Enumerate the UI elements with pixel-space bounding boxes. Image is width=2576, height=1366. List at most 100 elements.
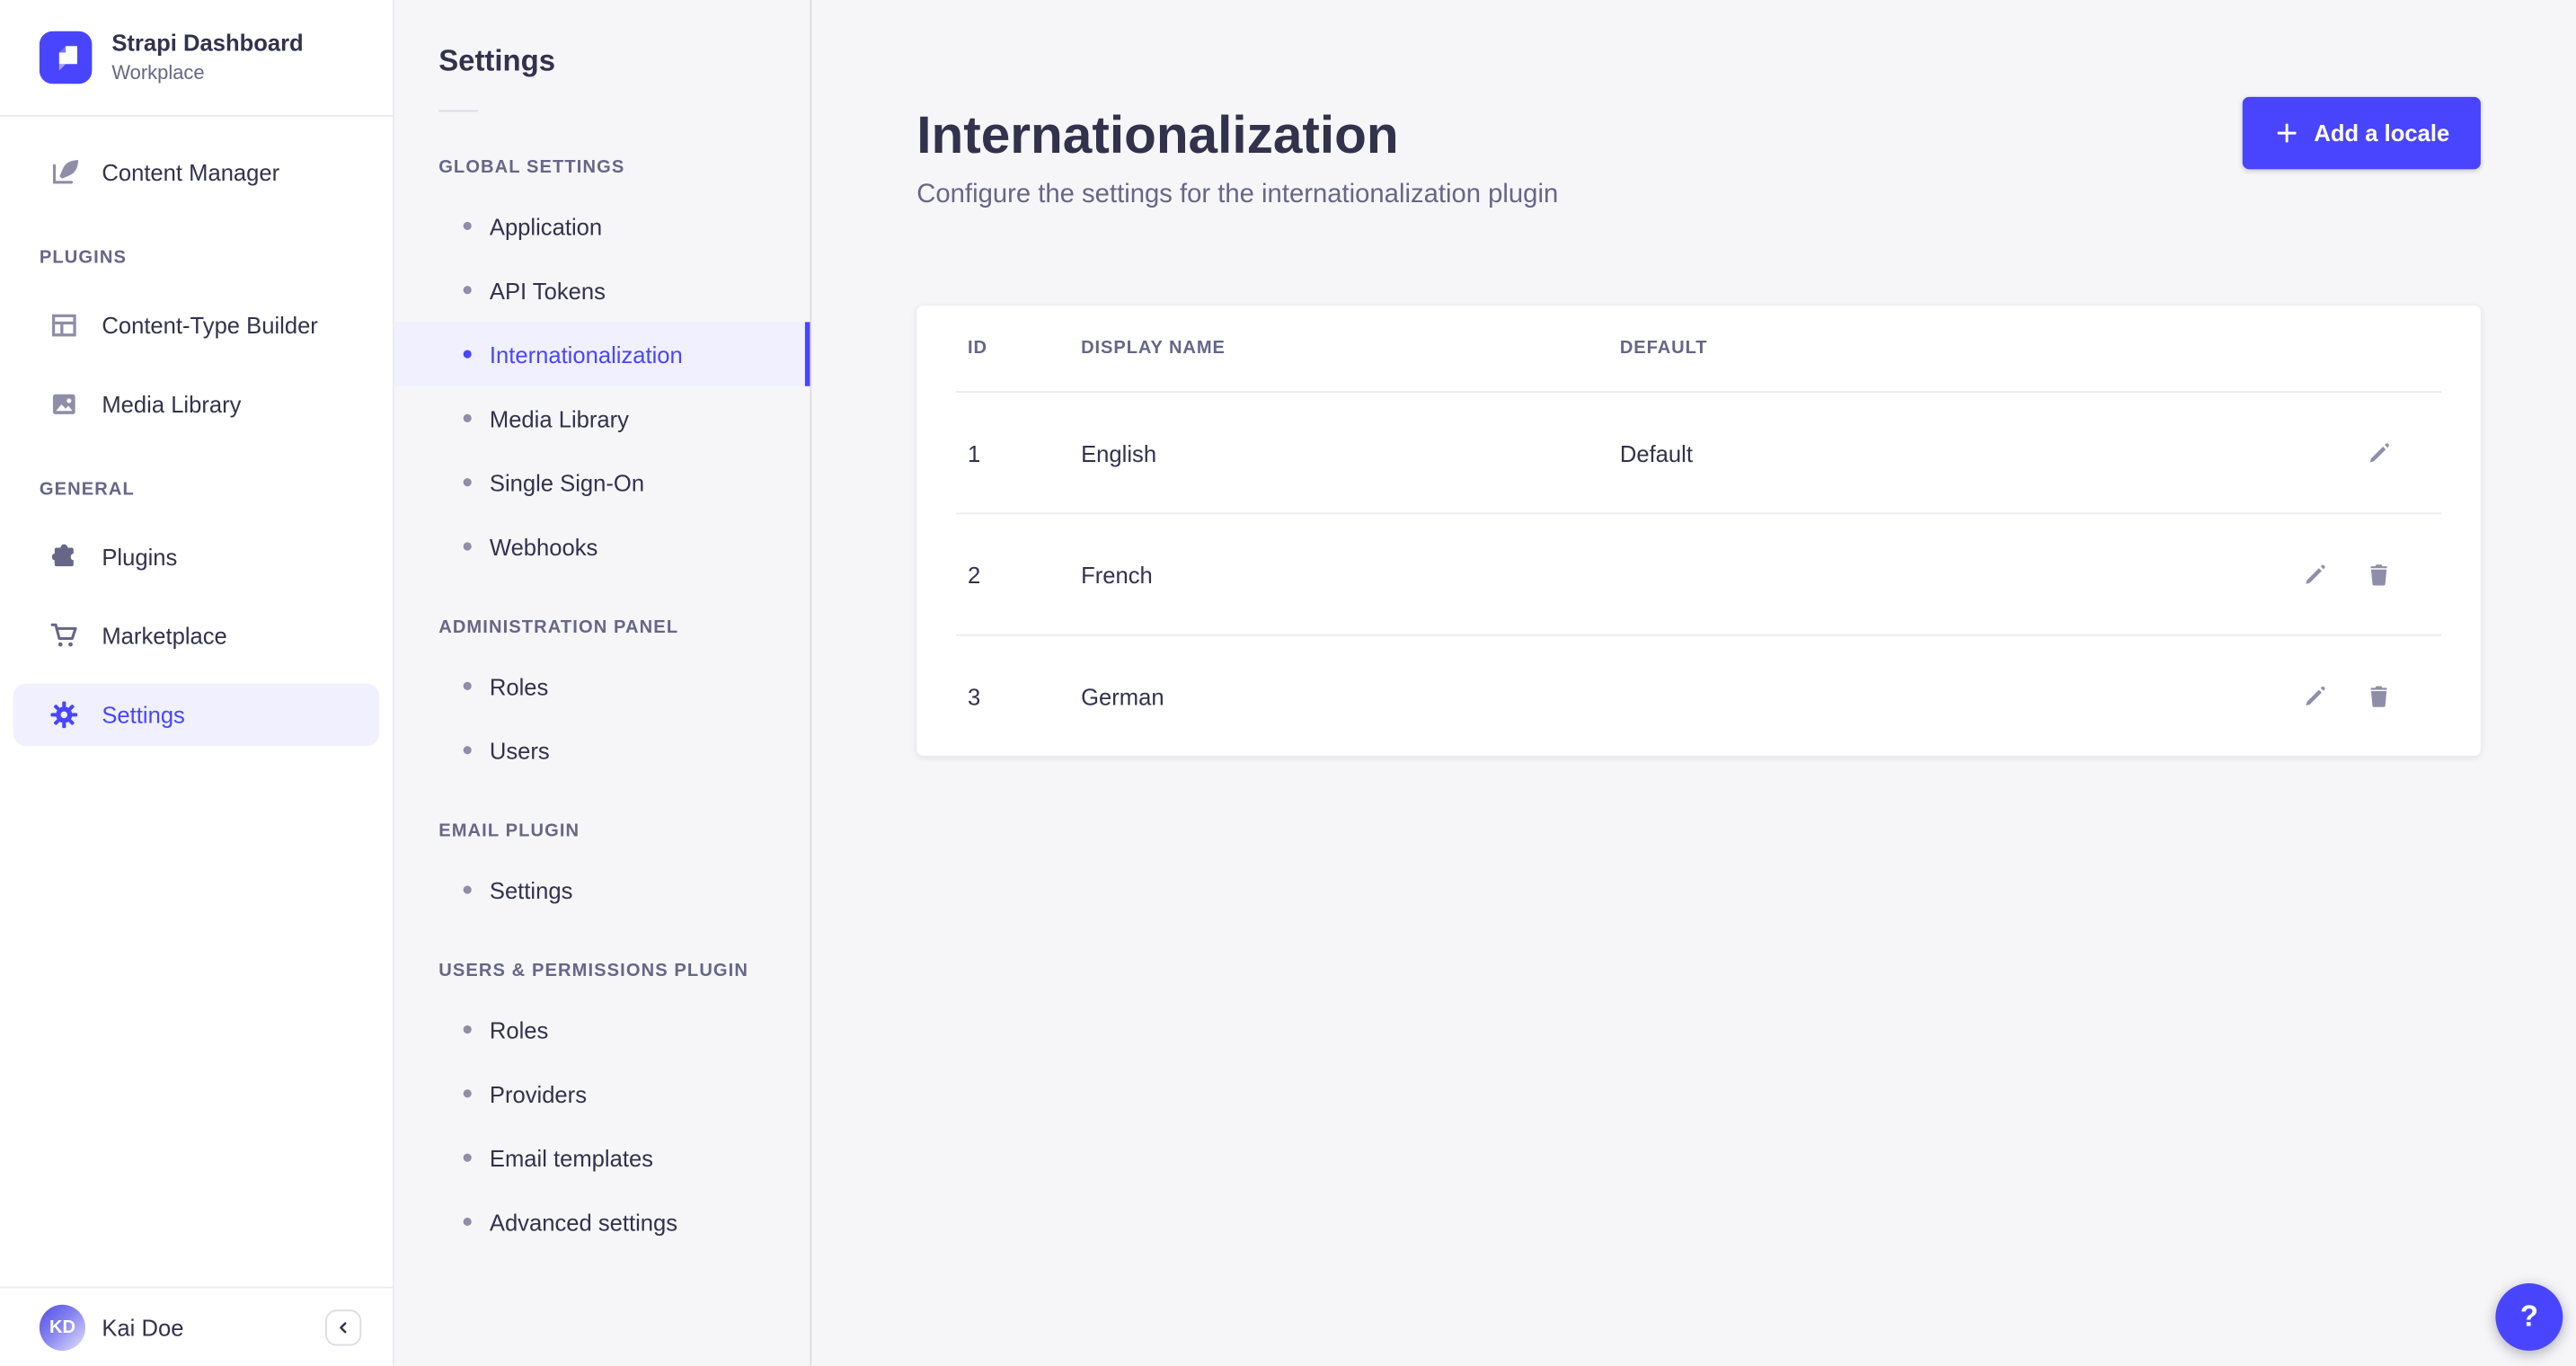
locales-table-card: ID DISPLAY NAME DEFAULT 1 English Defaul… — [916, 306, 2481, 757]
main-sidebar: Strapi Dashboard Workplace Content Manag… — [0, 0, 394, 1366]
workspace-name: Workplace — [111, 61, 205, 84]
subnav-item-webhooks[interactable]: Webhooks — [394, 514, 810, 578]
gear-icon — [49, 700, 79, 730]
subnav-item-up-advanced-settings[interactable]: Advanced settings — [394, 1190, 810, 1254]
sidebar-item-plugins[interactable]: Plugins — [13, 531, 380, 584]
trash-icon — [2366, 561, 2392, 587]
subnav-item-label: Webhooks — [489, 533, 598, 560]
subnav-section-users-permissions-plugin: USERS & PERMISSIONS PLUGIN — [438, 961, 748, 981]
sidebar-item-label: Content Manager — [102, 159, 280, 186]
subnav-item-admin-users[interactable]: Users — [394, 718, 810, 782]
subnav-item-application[interactable]: Application — [394, 194, 810, 258]
column-header-default: DEFAULT — [1619, 338, 1708, 359]
sidebar-item-content-manager[interactable]: Content Manager — [13, 146, 380, 200]
sidebar-item-media-library[interactable]: Media Library — [13, 378, 380, 431]
subnav-item-label: Roles — [489, 1016, 549, 1043]
sidebar-item-label: Media Library — [102, 391, 242, 418]
plus-icon — [2273, 120, 2299, 146]
sidebar-footer: KD Kai Doe — [0, 1287, 393, 1366]
subnav-item-label: Roles — [489, 672, 549, 700]
cell-default: Default — [1619, 439, 1693, 466]
help-button[interactable]: ? — [2495, 1283, 2563, 1352]
sidebar-item-marketplace[interactable]: Marketplace — [13, 609, 380, 662]
cell-id: 1 — [967, 439, 981, 466]
chevron-left-icon — [333, 1317, 353, 1337]
subnav-title: Settings — [438, 44, 556, 77]
user-avatar[interactable]: KD — [39, 1304, 86, 1351]
subnav-item-label: Application — [489, 212, 603, 240]
question-mark-icon: ? — [2519, 1300, 2538, 1334]
table-row-german[interactable]: 3 German — [916, 636, 2481, 756]
workspace-info: Strapi Dashboard Workplace — [111, 31, 303, 85]
column-header-id: ID — [967, 338, 987, 359]
edit-locale-button[interactable] — [2302, 561, 2328, 587]
row-actions — [2302, 561, 2393, 587]
cell-id: 2 — [967, 561, 981, 588]
settings-subnav: Settings GLOBAL SETTINGS Application API… — [394, 0, 812, 1366]
subnav-item-label: Internationalization — [489, 341, 683, 368]
sidebar-section-plugins: PLUGINS — [39, 248, 127, 269]
subnav-item-label: Users — [489, 737, 550, 764]
table-row-english[interactable]: 1 English Default — [916, 393, 2481, 512]
user-name: Kai Doe — [102, 1314, 184, 1341]
subnav-item-single-sign-on[interactable]: Single Sign-On — [394, 450, 810, 514]
cell-display-name: French — [1081, 561, 1153, 588]
subnav-section-administration-panel: ADMINISTRATION PANEL — [438, 617, 679, 638]
subnav-section-global-settings: GLOBAL SETTINGS — [438, 157, 625, 178]
table-row-french[interactable]: 2 French — [916, 514, 2481, 634]
sidebar-item-content-type-builder[interactable]: Content-Type Builder — [13, 299, 380, 352]
subnav-item-up-roles[interactable]: Roles — [394, 998, 810, 1061]
sidebar-section-general: GENERAL — [39, 479, 135, 500]
table-header-row: ID DISPLAY NAME DEFAULT — [916, 306, 2481, 391]
add-locale-button[interactable]: Add a locale — [2241, 96, 2481, 170]
cell-id: 3 — [967, 682, 981, 709]
delete-locale-button[interactable] — [2366, 561, 2392, 587]
sidebar-item-label: Marketplace — [102, 622, 227, 650]
row-actions — [2366, 439, 2392, 466]
workspace-switcher: Strapi Dashboard Workplace — [0, 0, 393, 117]
pencil-icon — [2302, 683, 2328, 709]
feather-pen-icon — [49, 158, 79, 188]
shopping-cart-icon — [49, 621, 79, 651]
trash-icon — [2366, 683, 2392, 709]
delete-locale-button[interactable] — [2366, 683, 2392, 709]
subnav-item-api-tokens[interactable]: API Tokens — [394, 258, 810, 322]
page-subtitle: Configure the settings for the internati… — [916, 181, 1559, 209]
subnav-title-divider — [438, 110, 479, 112]
collapse-sidebar-button[interactable] — [325, 1309, 362, 1346]
sidebar-item-settings[interactable]: Settings — [13, 683, 380, 747]
subnav-item-up-email-templates[interactable]: Email templates — [394, 1125, 810, 1189]
pencil-icon — [2302, 561, 2328, 587]
main-content: Internationalization Configure the setti… — [813, 0, 2576, 1366]
edit-locale-button[interactable] — [2302, 683, 2328, 709]
sidebar-item-label: Plugins — [102, 544, 178, 571]
subnav-item-label: Settings — [489, 876, 573, 903]
column-header-display-name: DISPLAY NAME — [1081, 338, 1226, 359]
subnav-item-internationalization[interactable]: Internationalization — [394, 322, 810, 386]
subnav-item-email-settings[interactable]: Settings — [394, 857, 810, 921]
cell-display-name: English — [1081, 439, 1157, 466]
puzzle-piece-icon — [49, 542, 79, 572]
subnav-item-label: Advanced settings — [489, 1208, 678, 1236]
strapi-logo-icon — [39, 31, 93, 84]
sidebar-item-label: Settings — [102, 701, 185, 728]
subnav-item-label: Single Sign-On — [489, 469, 645, 496]
subnav-item-up-providers[interactable]: Providers — [394, 1061, 810, 1125]
layout-grid-icon — [49, 311, 79, 341]
subnav-item-label: Media Library — [489, 404, 629, 431]
add-locale-label: Add a locale — [2314, 120, 2450, 146]
picture-icon — [49, 389, 79, 419]
subnav-item-label: API Tokens — [489, 277, 606, 304]
subnav-item-admin-roles[interactable]: Roles — [394, 654, 810, 718]
cell-display-name: German — [1081, 682, 1164, 709]
edit-locale-button[interactable] — [2366, 439, 2392, 466]
app-title: Strapi Dashboard — [111, 30, 304, 57]
strapi-admin-app: Strapi Dashboard Workplace Content Manag… — [0, 0, 2576, 1366]
subnav-item-label: Email templates — [489, 1144, 653, 1171]
pencil-icon — [2366, 439, 2392, 466]
sidebar-item-label: Content-Type Builder — [102, 312, 318, 339]
subnav-item-label: Providers — [489, 1080, 588, 1107]
page-header: Internationalization Configure the setti… — [813, 0, 2576, 210]
subnav-item-media-library[interactable]: Media Library — [394, 386, 810, 450]
subnav-section-email-plugin: EMAIL PLUGIN — [438, 821, 580, 842]
